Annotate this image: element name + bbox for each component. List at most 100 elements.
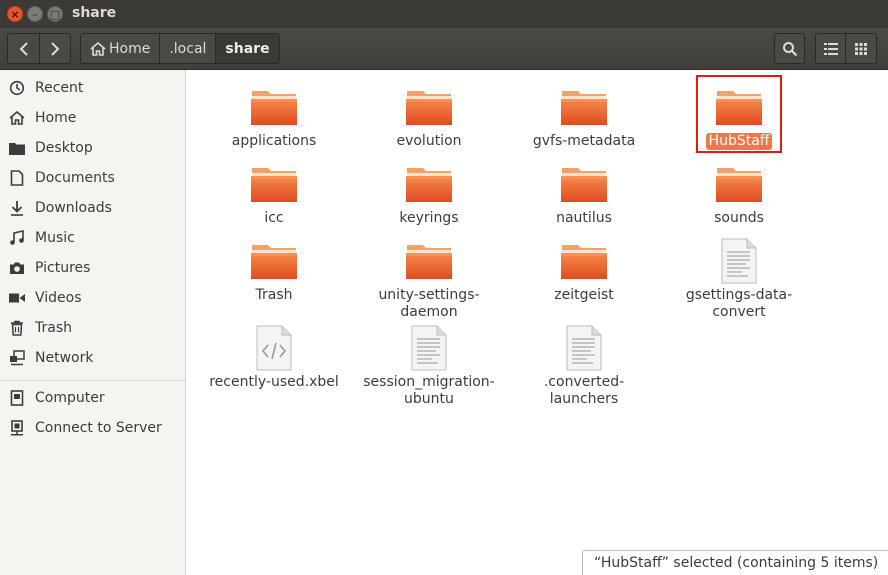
back-button[interactable] xyxy=(8,34,39,63)
minimize-window-button[interactable]: – xyxy=(27,6,43,22)
sidebar-item-connect-to-server[interactable]: Connect to Server xyxy=(0,413,185,443)
home-icon xyxy=(8,109,26,127)
search-button[interactable] xyxy=(774,33,805,64)
sidebar-item-trash[interactable]: Trash xyxy=(0,313,185,343)
folder-item-sounds[interactable]: sounds xyxy=(662,160,816,227)
video-icon xyxy=(8,289,26,307)
toolbar: Home .local share xyxy=(0,28,888,70)
breadcrumb-share[interactable]: share xyxy=(215,34,279,63)
download-icon xyxy=(8,199,26,217)
computer-icon xyxy=(8,389,26,407)
sidebar-item-label: Videos xyxy=(35,290,82,306)
folder-item-unity-settings-daemon[interactable]: unity-settings- daemon xyxy=(352,237,506,321)
breadcrumb-home-label: Home xyxy=(109,40,151,57)
text-file-icon xyxy=(714,237,764,285)
folder-icon xyxy=(249,160,299,208)
sidebar-item-pictures[interactable]: Pictures xyxy=(0,253,185,283)
file-label: recently-used.xbel xyxy=(209,374,339,390)
sidebar-item-documents[interactable]: Documents xyxy=(0,163,185,193)
breadcrumb-local-label: .local xyxy=(169,40,207,57)
folder-icon xyxy=(404,160,454,208)
sidebar: Recent Home Desktop Documents Downloads … xyxy=(0,70,186,575)
close-icon: × xyxy=(10,7,20,21)
chevron-right-icon xyxy=(51,41,60,56)
status-text: “HubStaff” selected (containing 5 items) xyxy=(594,555,879,571)
file-label: icc xyxy=(264,210,284,226)
sidebar-item-music[interactable]: Music xyxy=(0,223,185,253)
folder-item-gvfs-metadata[interactable]: gvfs-metadata xyxy=(507,83,661,150)
folder-icon xyxy=(559,83,609,131)
file-label: .converted- launchers xyxy=(543,374,625,407)
list-view-icon xyxy=(823,42,838,55)
file-item-recently-used-xbel[interactable]: recently-used.xbel xyxy=(197,324,351,391)
file-label: applications xyxy=(231,133,317,149)
sidebar-item-videos[interactable]: Videos xyxy=(0,283,185,313)
title-bar: × – □ share xyxy=(0,0,888,28)
grid-view-icon xyxy=(855,42,867,55)
file-label: zeitgeist xyxy=(554,287,614,303)
sidebar-item-label: Computer xyxy=(35,390,105,406)
file-label: nautilus xyxy=(556,210,612,226)
navigation-buttons xyxy=(7,33,71,64)
grid-view-button[interactable] xyxy=(846,33,877,64)
breadcrumb-share-label: share xyxy=(225,40,270,57)
folder-item-trash[interactable]: Trash xyxy=(197,237,351,304)
folder-item-applications[interactable]: applications xyxy=(197,83,351,150)
file-item-gsettings-data-convert[interactable]: gsettings-data- convert xyxy=(662,237,816,321)
folder-item-keyrings[interactable]: keyrings xyxy=(352,160,506,227)
sidebar-item-desktop[interactable]: Desktop xyxy=(0,133,185,163)
file-label: gsettings-data- convert xyxy=(685,287,793,320)
maximize-icon: □ xyxy=(49,7,61,21)
sidebar-item-computer[interactable]: Computer xyxy=(0,383,185,413)
sidebar-item-label: Network xyxy=(35,350,94,366)
sidebar-item-downloads[interactable]: Downloads xyxy=(0,193,185,223)
list-view-button[interactable] xyxy=(815,33,846,64)
sidebar-item-home[interactable]: Home xyxy=(0,103,185,133)
sidebar-item-label: Pictures xyxy=(35,260,91,276)
sidebar-item-recent[interactable]: Recent xyxy=(0,73,185,103)
server-icon xyxy=(8,419,26,437)
file-item-session-migration-ubuntu[interactable]: session_migration- ubuntu xyxy=(352,324,506,408)
trash-icon xyxy=(8,319,26,337)
file-view: applications evolution gvfs-metadata HubSta… xyxy=(187,70,888,575)
chevron-left-icon xyxy=(19,41,28,56)
file-label: keyrings xyxy=(399,210,459,226)
breadcrumb-local[interactable]: .local xyxy=(159,34,216,63)
close-window-button[interactable]: × xyxy=(7,6,23,22)
camera-icon xyxy=(8,259,26,277)
folder-icon xyxy=(559,237,609,285)
sidebar-item-label: Connect to Server xyxy=(35,420,162,436)
folder-icon xyxy=(404,83,454,131)
sidebar-item-label: Desktop xyxy=(35,140,93,156)
breadcrumb: Home .local share xyxy=(80,33,280,64)
sidebar-item-label: Trash xyxy=(35,320,72,336)
sidebar-divider xyxy=(0,380,185,381)
sidebar-item-label: Documents xyxy=(35,170,115,186)
search-icon xyxy=(782,41,797,56)
maximize-window-button[interactable]: □ xyxy=(47,6,63,22)
sidebar-item-network[interactable]: Network xyxy=(0,343,185,373)
network-icon xyxy=(8,349,26,367)
folder-icon xyxy=(404,237,454,285)
folder-item-evolution[interactable]: evolution xyxy=(352,83,506,150)
folder-icon xyxy=(714,160,764,208)
folder-icon xyxy=(249,237,299,285)
home-icon xyxy=(90,41,106,56)
file-label: Trash xyxy=(255,287,293,303)
clock-icon xyxy=(8,79,26,97)
breadcrumb-home[interactable]: Home xyxy=(81,34,160,63)
file-label: sounds xyxy=(714,210,764,226)
file-label: session_migration- ubuntu xyxy=(363,374,495,407)
minimize-icon: – xyxy=(32,7,38,21)
file-item-converted-launchers[interactable]: .converted- launchers xyxy=(507,324,661,408)
file-label: evolution xyxy=(396,133,462,149)
forward-button[interactable] xyxy=(39,34,70,63)
folder-item-icc[interactable]: icc xyxy=(197,160,351,227)
folder-icon xyxy=(249,83,299,131)
music-icon xyxy=(8,229,26,247)
window-title: share xyxy=(72,5,117,21)
folder-item-nautilus[interactable]: nautilus xyxy=(507,160,661,227)
text-file-icon xyxy=(404,324,454,372)
folder-item-zeitgeist[interactable]: zeitgeist xyxy=(507,237,661,304)
document-icon xyxy=(8,169,26,187)
